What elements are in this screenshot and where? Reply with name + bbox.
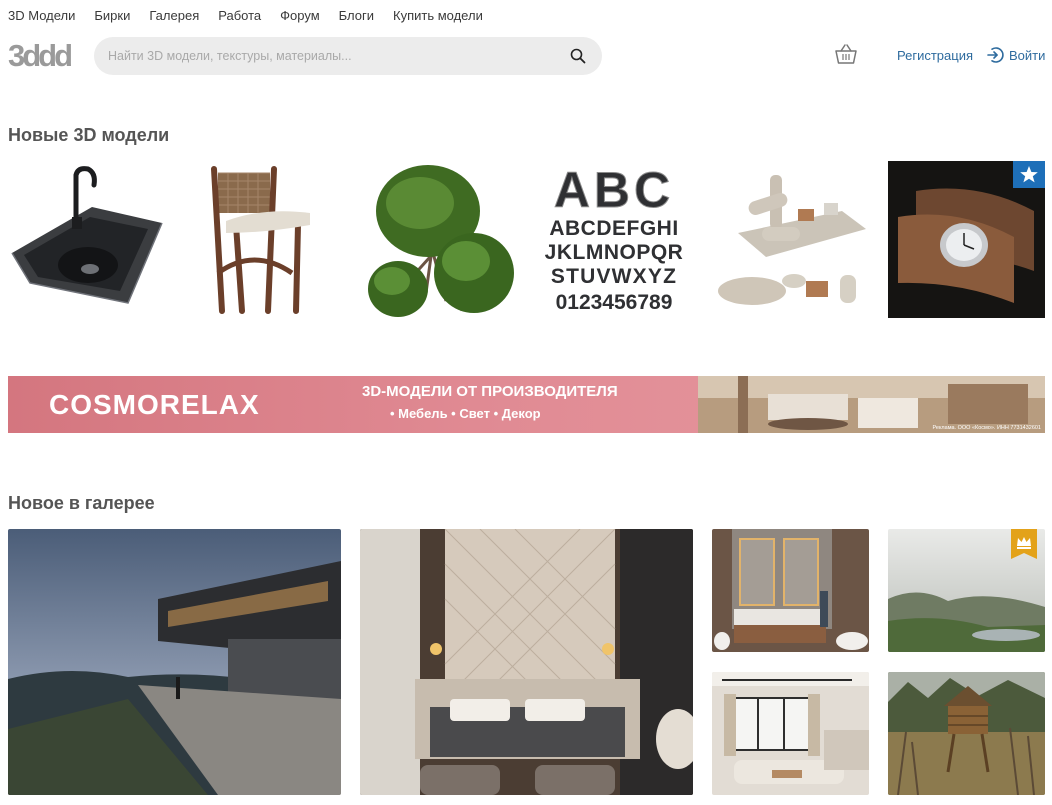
banner-headline: 3D-МОДЕЛИ ОТ ПРОИЗВОДИТЕЛЯ [362,383,618,400]
ad-banner[interactable]: COSMORELAX 3D-МОДЕЛИ ОТ ПРОИЗВОДИТЕЛЯ • … [8,376,1045,433]
marquee-line-2: ABCDEFGHI [549,217,678,240]
model-marquee-letters[interactable]: ABC ABCDEFGHI JKLMNOPQR STUVWXYZ 0123456… [536,161,693,318]
model-watch-case[interactable] [888,161,1045,318]
login-label: Войти [1009,47,1046,63]
login-icon [987,47,1004,63]
top-nav: 3D Модели Бирки Галерея Работа Форум Бло… [8,8,483,23]
model-bar-stool[interactable] [184,161,341,318]
crown-icon [1011,529,1037,559]
pro-star-icon [1013,161,1045,188]
gallery-item-villa[interactable] [8,529,341,795]
nav-buy-models[interactable]: Купить модели [393,8,483,23]
model-sink[interactable] [8,161,165,318]
nav-blogs[interactable]: Блоги [339,8,374,23]
logo-text: 3ddd [8,40,71,70]
banner-ad-note: Реклама. ООО «Космо». ИНН 7731432601 [932,425,1041,431]
nav-gallery[interactable]: Галерея [149,8,199,23]
gallery-item-living-room[interactable] [712,672,869,795]
basket-icon[interactable] [834,43,858,65]
nav-forum[interactable]: Форум [280,8,320,23]
search-input[interactable] [108,49,568,63]
gallery-item-wooden-hut[interactable] [888,672,1045,795]
site-logo[interactable]: 3ddd [8,40,78,70]
register-link[interactable]: Регистрация [897,48,973,63]
banner-bullets: • Мебель • Свет • Декор [390,406,541,421]
gallery-item-foggy-valley[interactable] [888,529,1045,652]
marquee-line-5: 0123456789 [556,291,673,314]
marquee-line-4: STUVWXYZ [551,265,677,288]
search-bar [94,37,602,75]
gallery-item-bathroom[interactable] [712,529,869,652]
nav-tags[interactable]: Бирки [94,8,130,23]
model-yoga-mats[interactable] [712,161,869,318]
gallery-title: Новое в галерее [8,493,155,513]
nav-3d-models[interactable]: 3D Модели [8,8,75,23]
nav-jobs[interactable]: Работа [218,8,261,23]
search-icon[interactable] [568,46,588,66]
banner-brand: COSMORELAX [49,389,260,420]
gallery-item-bedroom[interactable] [360,529,693,795]
model-topiary-tree[interactable] [360,161,517,318]
login-link[interactable]: Войти [986,46,1045,64]
marquee-line-3: JKLMNOPQR [545,241,684,264]
new-models-title: Новые 3D модели [8,125,170,145]
marquee-line-1: ABC [554,162,674,218]
